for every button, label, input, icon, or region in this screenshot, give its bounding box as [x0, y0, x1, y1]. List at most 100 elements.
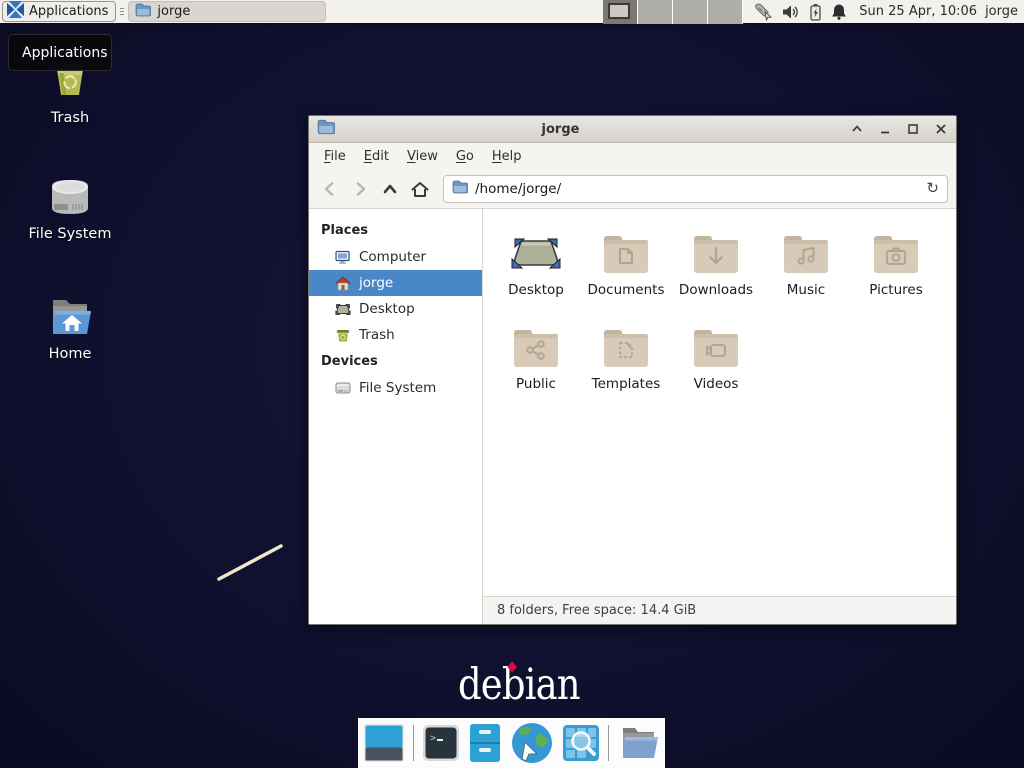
file-item-label: Downloads — [679, 282, 753, 298]
debian-wordmark: debian — [458, 660, 580, 710]
dock: > — [358, 718, 665, 768]
volume-icon[interactable] — [782, 4, 800, 20]
music-folder-icon — [781, 219, 831, 275]
templates-folder-icon — [601, 313, 651, 369]
panel-grip[interactable] — [118, 4, 126, 20]
drive-icon — [335, 381, 351, 395]
file-item-label: Pictures — [869, 282, 922, 298]
sidebar-places-header: Places — [309, 217, 482, 244]
public-folder-icon — [511, 313, 561, 369]
file-item-label: Public — [516, 376, 556, 392]
sidebar-item-label: Desktop — [359, 301, 415, 317]
menu-file[interactable]: File — [315, 145, 355, 168]
minimize-button[interactable] — [878, 122, 892, 136]
sidebar-item-trash[interactable]: Trash — [309, 322, 482, 348]
file-item-downloads[interactable]: Downloads — [671, 219, 761, 313]
home-button[interactable] — [407, 176, 433, 202]
workspace-1[interactable] — [603, 0, 638, 24]
home-icon — [335, 276, 351, 291]
tooltip-text: Applications — [22, 45, 108, 61]
file-manager-button[interactable] — [468, 723, 502, 763]
notifications-bell-icon[interactable] — [831, 3, 847, 20]
close-button[interactable] — [934, 122, 948, 136]
workspace-3[interactable] — [673, 0, 708, 24]
workspace-2[interactable] — [638, 0, 673, 24]
file-item-label: Music — [787, 282, 825, 298]
desktop-icon — [335, 302, 351, 317]
desktop-special-icon — [510, 219, 562, 275]
desktop-icon-label: Home — [22, 346, 118, 362]
pictures-folder-icon — [871, 219, 921, 275]
folder-icon — [135, 3, 151, 21]
sidebar-item-computer[interactable]: Computer — [309, 244, 482, 270]
sidebar-item-file-system[interactable]: File System — [309, 375, 482, 401]
terminal-button[interactable]: > — [422, 724, 460, 762]
applications-tooltip: Applications — [8, 34, 112, 71]
file-item-pictures[interactable]: Pictures — [851, 219, 941, 313]
shade-button[interactable] — [850, 122, 864, 136]
file-item-music[interactable]: Music — [761, 219, 851, 313]
panel-username[interactable]: jorge — [985, 4, 1018, 19]
file-item-videos[interactable]: Videos — [671, 313, 761, 407]
menu-go[interactable]: Go — [447, 145, 483, 168]
file-item-label: Templates — [592, 376, 661, 392]
sidebar: Places Computer — [309, 209, 483, 624]
desktop-icon-home[interactable]: Home — [22, 288, 118, 362]
desktop-icon-file-system[interactable]: File System — [22, 168, 118, 242]
file-view[interactable]: Desktop — [483, 209, 956, 596]
back-button[interactable] — [317, 176, 343, 202]
sidebar-item-label: Trash — [359, 327, 395, 343]
file-item-documents[interactable]: Documents — [581, 219, 671, 313]
sidebar-devices-header: Devices — [309, 348, 482, 375]
home-folder-icon — [22, 288, 118, 340]
file-item-label: Desktop — [508, 282, 564, 298]
desktop-icon-label: File System — [22, 226, 118, 242]
path-input[interactable]: /home/jorge/ — [475, 181, 919, 197]
file-item-public[interactable]: Public — [491, 313, 581, 407]
forward-button[interactable] — [347, 176, 373, 202]
status-text: 8 folders, Free space: 14.4 GiB — [497, 603, 696, 618]
battery-icon[interactable] — [809, 3, 822, 21]
workspace-switcher[interactable] — [603, 0, 743, 24]
file-item-label: Documents — [588, 282, 665, 298]
stray-line-artifact — [213, 540, 288, 585]
file-item-templates[interactable]: Templates — [581, 313, 671, 407]
up-button[interactable] — [377, 176, 403, 202]
sidebar-item-desktop[interactable]: Desktop — [309, 296, 482, 322]
taskbar-window-button[interactable]: jorge — [128, 1, 326, 22]
sidebar-item-label: Computer — [359, 249, 426, 265]
sidebar-item-label: File System — [359, 380, 436, 396]
path-bar[interactable]: /home/jorge/ ↻ — [443, 175, 948, 203]
dock-separator — [608, 725, 609, 761]
trash-icon — [335, 328, 351, 343]
menu-edit[interactable]: Edit — [355, 145, 398, 168]
menu-view[interactable]: View — [398, 145, 447, 168]
file-item-label: Videos — [694, 376, 739, 392]
panel-clock[interactable]: Sun 25 Apr, 10:06 — [859, 4, 977, 19]
maximize-button[interactable] — [906, 122, 920, 136]
web-browser-button[interactable] — [510, 721, 554, 765]
menu-help[interactable]: Help — [483, 145, 531, 168]
workspace-4[interactable] — [708, 0, 743, 24]
dock-separator — [413, 725, 414, 761]
sidebar-item-jorge[interactable]: jorge — [309, 270, 482, 296]
window-titlebar[interactable]: jorge — [309, 116, 956, 143]
workspace-window-thumb — [608, 3, 630, 19]
hard-drive-icon — [22, 168, 118, 220]
taskbar-window-label: jorge — [157, 4, 190, 19]
system-tray — [753, 3, 847, 21]
application-finder-button[interactable] — [562, 724, 600, 762]
downloads-folder-icon — [691, 219, 741, 275]
toolbar: /home/jorge/ ↻ — [309, 169, 956, 209]
file-item-desktop[interactable]: Desktop — [491, 219, 581, 313]
folder-shortcut-button[interactable] — [617, 724, 661, 762]
show-desktop-button[interactable] — [363, 723, 405, 763]
documents-folder-icon — [601, 219, 651, 275]
applications-menu-label: Applications — [29, 4, 108, 19]
reload-icon[interactable]: ↻ — [926, 181, 939, 196]
mouse-icon[interactable] — [753, 3, 773, 21]
status-bar: 8 folders, Free space: 14.4 GiB — [483, 596, 956, 624]
path-folder-icon — [452, 179, 468, 198]
applications-menu-button[interactable]: Applications — [2, 1, 116, 22]
xfce-menu-icon — [7, 1, 24, 22]
